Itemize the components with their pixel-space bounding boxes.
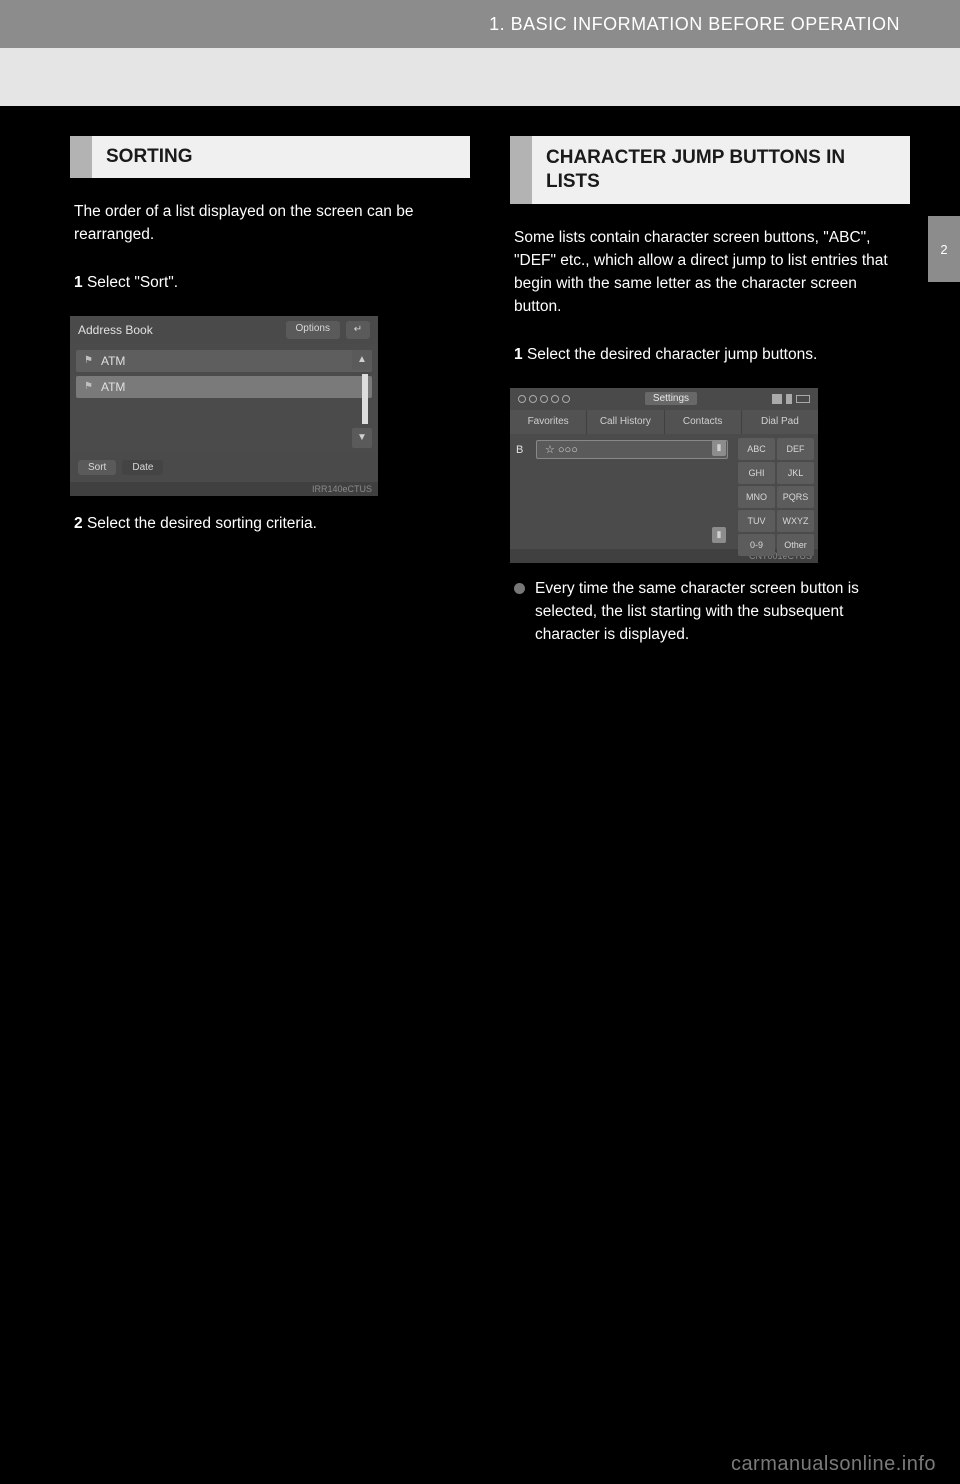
battery-icon <box>796 395 810 403</box>
dot-icon <box>540 395 548 403</box>
flag-icon: ⚑ <box>84 381 93 392</box>
step-number: 2 <box>74 515 83 532</box>
sorting-step1: 1 Select "Sort". <box>70 263 470 310</box>
status-icons <box>772 394 810 404</box>
step-number: 1 <box>74 274 83 291</box>
sorting-heading-text: SORTING <box>92 136 470 178</box>
section-tab: 2 <box>928 216 960 282</box>
list-item-label: ATM <box>101 354 125 368</box>
scrollbar[interactable] <box>362 374 368 424</box>
scroll-down-button[interactable]: ▼ <box>352 428 372 448</box>
tab-row: Favorites Call History Contacts Dial Pad <box>510 410 818 434</box>
char-btn-jkl[interactable]: JKL <box>777 462 814 484</box>
char-btn-abc[interactable]: ABC <box>738 438 775 460</box>
tab-contacts[interactable]: Contacts <box>665 410 742 434</box>
watermark: carmanualsonline.info <box>731 1453 936 1476</box>
signal-bars-icon <box>786 394 792 404</box>
sort-button[interactable]: Sort <box>78 460 116 475</box>
bullet-icon <box>514 583 525 594</box>
left-column: SORTING The order of a list displayed on… <box>70 136 470 663</box>
right-column: CHARACTER JUMP BUTTONS IN LISTS Some lis… <box>510 136 910 663</box>
page-header: 1. BASIC INFORMATION BEFORE OPERATION <box>0 0 960 48</box>
heading-accent <box>510 136 532 204</box>
contacts-list: B ☆ ○○○ <box>510 434 734 549</box>
index-letter: B <box>516 444 530 456</box>
scroll-up-button[interactable]: ▲ <box>352 350 372 370</box>
scroll-up-button[interactable]: ▮ <box>712 440 726 456</box>
dot-icon <box>518 395 526 403</box>
charjump-heading: CHARACTER JUMP BUTTONS IN LISTS <box>510 136 910 204</box>
charjump-heading-text: CHARACTER JUMP BUTTONS IN LISTS <box>532 136 910 204</box>
date-button[interactable]: Date <box>122 460 163 475</box>
settings-button[interactable]: Settings <box>645 392 697 405</box>
char-btn-wxyz[interactable]: WXYZ <box>777 510 814 532</box>
charjump-bullet: Every time the same character screen but… <box>510 571 910 663</box>
chapter-title: 1. BASIC INFORMATION BEFORE OPERATION <box>489 14 900 35</box>
char-btn-pqrs[interactable]: PQRS <box>777 486 814 508</box>
contacts-screenshot: Settings Favorites Call History Contacts… <box>510 388 818 563</box>
dot-icon <box>562 395 570 403</box>
char-btn-0-9[interactable]: 0-9 <box>738 534 775 556</box>
contact-row[interactable]: B ☆ ○○○ <box>516 440 728 460</box>
dot-icon <box>551 395 559 403</box>
step-text: Select "Sort". <box>87 274 178 291</box>
screenshot-titlebar: Address Book Options ↵ <box>70 316 378 344</box>
tab-favorites[interactable]: Favorites <box>510 410 587 434</box>
charjump-intro: Some lists contain character screen butt… <box>510 218 910 335</box>
sorting-heading: SORTING <box>70 136 470 178</box>
list-item[interactable]: ⚑ ATM <box>76 376 372 398</box>
sorting-intro: The order of a list displayed on the scr… <box>70 192 470 263</box>
screenshot-id: IRR140eCTUS <box>70 482 378 496</box>
char-btn-ghi[interactable]: GHI <box>738 462 775 484</box>
flag-icon: ⚑ <box>84 355 93 366</box>
charjump-step1: 1 Select the desired character jump butt… <box>510 335 910 382</box>
address-list: ⚑ ATM ⚑ ATM ▲ ▼ <box>70 344 378 454</box>
contact-name: ☆ ○○○ <box>536 440 728 459</box>
heading-accent <box>70 136 92 178</box>
screenshot-statusbar: Settings <box>510 388 818 410</box>
list-item[interactable]: ⚑ ATM <box>76 350 372 372</box>
list-item-label: ATM <box>101 380 125 394</box>
contacts-body: B ☆ ○○○ ▮ ▮ ABC DEF GHI JKL MNO PQRS TUV… <box>510 434 818 549</box>
signal-icon <box>772 394 782 404</box>
character-jump-grid: ABC DEF GHI JKL MNO PQRS TUV WXYZ 0-9 Ot… <box>734 434 818 549</box>
section-tab-number: 2 <box>940 242 947 257</box>
char-btn-tuv[interactable]: TUV <box>738 510 775 532</box>
step-text: Select the desired character jump button… <box>527 346 817 363</box>
step-text: Select the desired sorting criteria. <box>87 515 317 532</box>
pagination-dots <box>518 395 570 403</box>
titlebar-buttons: Options ↵ <box>286 321 370 339</box>
dot-icon <box>529 395 537 403</box>
bullet-text: Every time the same character screen but… <box>535 577 906 647</box>
subheader-bar <box>0 48 960 106</box>
screenshot-title: Address Book <box>78 323 153 337</box>
step-number: 1 <box>514 346 523 363</box>
tab-call-history[interactable]: Call History <box>587 410 664 434</box>
char-btn-other[interactable]: Other <box>777 534 814 556</box>
options-button[interactable]: Options <box>286 321 340 339</box>
scroll-down-button[interactable]: ▮ <box>712 527 726 543</box>
address-book-screenshot: Address Book Options ↵ ⚑ ATM ⚑ ATM ▲ ▼ <box>70 316 378 496</box>
char-btn-def[interactable]: DEF <box>777 438 814 460</box>
sorting-step2: 2 Select the desired sorting criteria. <box>70 504 470 551</box>
screenshot-bottombar: Sort Date <box>70 454 378 482</box>
back-button[interactable]: ↵ <box>346 321 370 339</box>
tab-dial-pad[interactable]: Dial Pad <box>742 410 818 434</box>
char-btn-mno[interactable]: MNO <box>738 486 775 508</box>
